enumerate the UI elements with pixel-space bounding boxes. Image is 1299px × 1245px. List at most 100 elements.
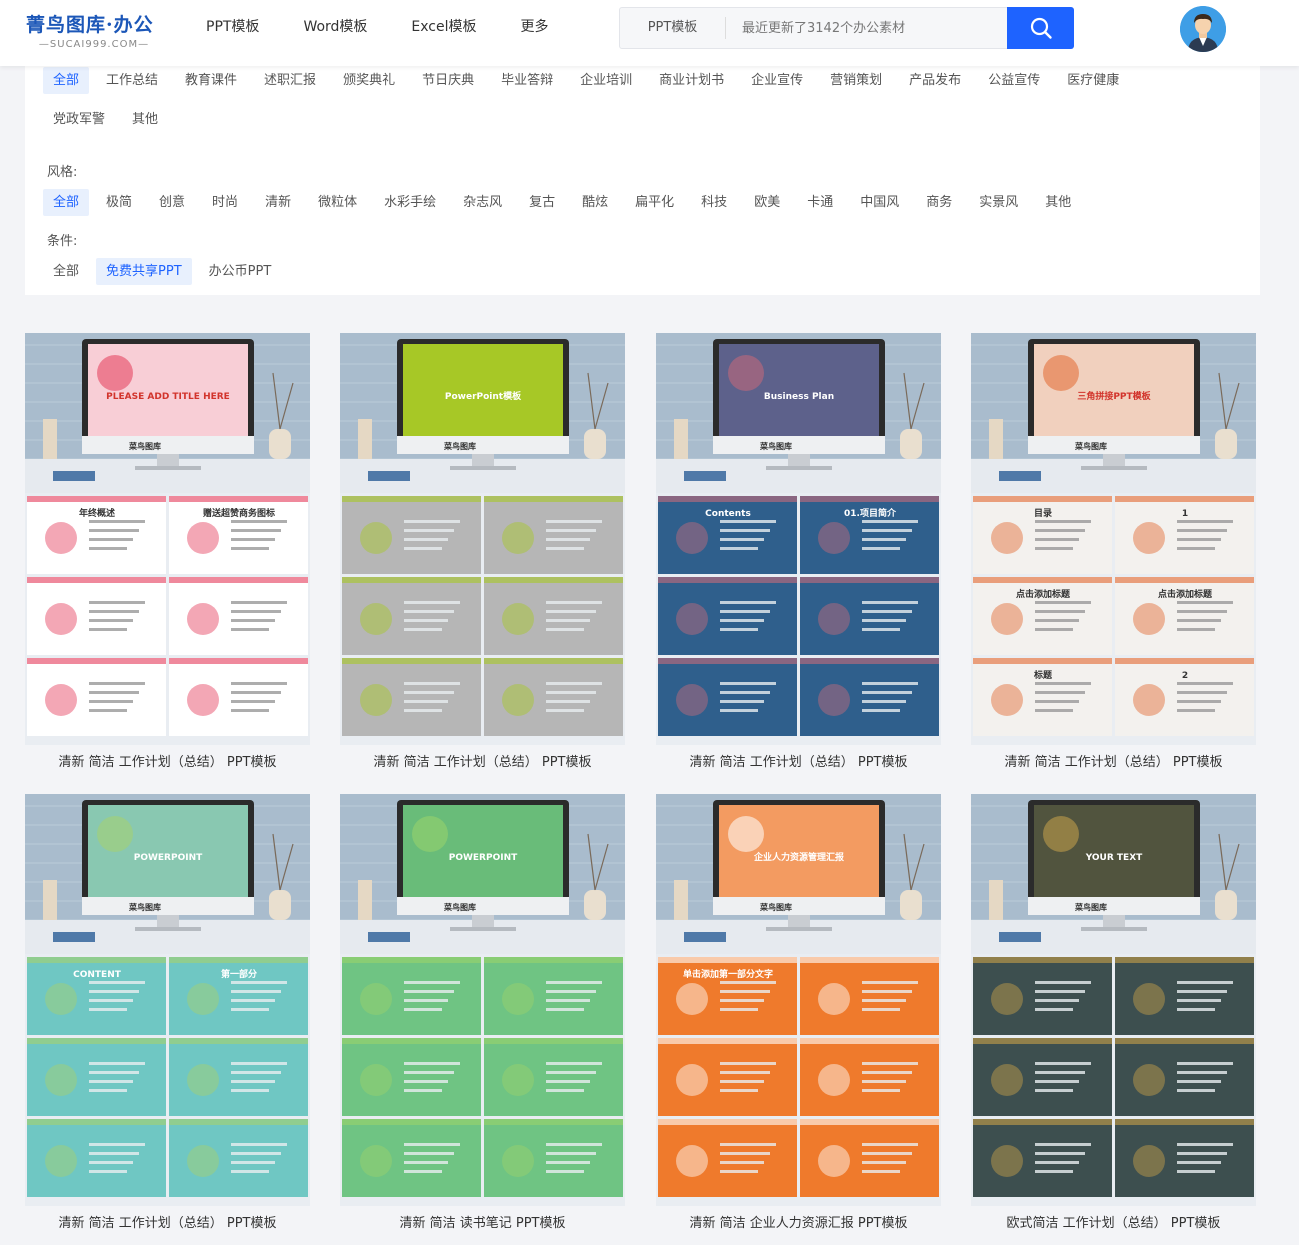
slide-tile-text: Contents xyxy=(705,509,751,519)
template-preview-image: POWERPOINT 菜鸟图库 xyxy=(340,794,625,1197)
filter-style-tag[interactable]: 水彩手绘 xyxy=(374,189,446,216)
filter-style-tag[interactable]: 清新 xyxy=(255,189,301,216)
filter-category-tag[interactable]: 企业培训 xyxy=(570,67,642,94)
template-caption[interactable]: 清新 简洁 工作计划（总结） PPT模板 xyxy=(25,751,310,770)
screen-title-text: YOUR TEXT xyxy=(1085,853,1143,863)
search-input[interactable] xyxy=(726,8,1007,48)
filter-condition-tag[interactable]: 免费共享PPT xyxy=(96,258,192,285)
main-nav: PPT模板 Word模板 Excel模板 更多 xyxy=(184,0,571,54)
user-avatar-icon xyxy=(1180,6,1226,52)
filter-style-tag[interactable]: 复古 xyxy=(519,189,565,216)
filter-category-tag[interactable]: 颁奖典礼 xyxy=(333,67,405,94)
search-icon xyxy=(1030,17,1052,39)
template-card[interactable]: POWERPOINT 菜鸟图库清新 简洁 读书笔记 PPT模板 xyxy=(340,794,625,1231)
category-row: 全部 工作总结 教育课件 述职汇报 颁奖典礼 节日庆典 毕业答辩 企业培训 商业计划书 企业宣传营… xyxy=(43,67,1136,94)
template-card[interactable]: POWERPOINT 菜鸟图库 CONTENT 第一部分清新 简洁 工作计划（总结） … xyxy=(25,794,310,1231)
template-preview-image: 企业人力资源管理汇报菜鸟图库单击添加第一部分文字 xyxy=(656,794,941,1197)
filter-style-tag[interactable]: 全部 xyxy=(43,189,90,216)
monitor-brand-text: 菜鸟图库 xyxy=(759,902,792,912)
search-category-select[interactable]: PPT模板 xyxy=(620,17,726,39)
filter-style-tag[interactable]: 其他 xyxy=(1035,189,1081,216)
template-thumbnail: POWERPOINT 菜鸟图库 CONTENT 第一部分 xyxy=(25,794,310,1206)
filter-condition-tag[interactable]: 全部 xyxy=(43,258,89,285)
nav-more[interactable]: 更多 xyxy=(499,0,571,54)
slide-tile-text: 01.项目简介 xyxy=(844,507,897,519)
filter-style-tag[interactable]: 杂志风 xyxy=(453,189,512,216)
monitor-brand-text: 菜鸟图库 xyxy=(128,441,161,451)
filter-style-tag[interactable]: 科技 xyxy=(691,189,737,216)
filter-category-tag[interactable]: 毕业答辩 xyxy=(491,67,563,94)
filter-category-tag[interactable]: 述职汇报 xyxy=(254,67,326,94)
filter-category-tag[interactable]: 医疗健康 xyxy=(1057,67,1129,94)
filter-category-tag[interactable]: 其他 xyxy=(122,106,168,133)
filter-style-tag[interactable]: 实景风 xyxy=(969,189,1028,216)
filter-style-tag[interactable]: 商务 xyxy=(916,189,962,216)
filter-category-tag[interactable]: 工作总结 xyxy=(96,67,168,94)
template-caption[interactable]: 清新 简洁 工作计划（总结） PPT模板 xyxy=(656,751,941,770)
template-thumbnail: POWERPOINT 菜鸟图库 xyxy=(340,794,625,1206)
slide-tile-text: 标题 xyxy=(1033,669,1053,681)
template-thumbnail: Business Plan 菜鸟图库 Contents 01.项目简介 xyxy=(656,333,941,745)
template-preview-image: 三角拼接PPT模板菜鸟图库目录 1 点击添加标题 点击添加标题标题 2 xyxy=(971,333,1256,736)
template-thumbnail: PLEASE ADD TITLE HERE 菜鸟图库 年终概述 赠送超赞商务图标 xyxy=(25,333,310,745)
template-caption[interactable]: 清新 简洁 工作计划（总结） PPT模板 xyxy=(25,1212,310,1231)
filter-style-tag[interactable]: 极简 xyxy=(96,189,142,216)
filter-category-tag[interactable]: 商业计划书 xyxy=(649,67,734,94)
filter-style-tag[interactable]: 创意 xyxy=(149,189,195,216)
filter-category-tag[interactable]: 教育课件 xyxy=(175,67,247,94)
slide-tile-text: 点击添加标题 xyxy=(1158,588,1213,600)
screen-title-text: Business Plan xyxy=(764,392,834,402)
nav-excel[interactable]: Excel模板 xyxy=(389,0,498,54)
user-avatar[interactable] xyxy=(1180,6,1226,52)
filter-category-tag[interactable]: 产品发布 xyxy=(899,67,971,94)
screen-title-text: POWERPOINT xyxy=(134,853,203,863)
filter-category-tag[interactable]: 节日庆典 xyxy=(412,67,484,94)
template-caption[interactable]: 清新 简洁 工作计划（总结） PPT模板 xyxy=(971,751,1256,770)
template-preview-image: PLEASE ADD TITLE HERE 菜鸟图库年终概述 赠送超赞商务图标 xyxy=(25,333,310,736)
search-button[interactable] xyxy=(1007,7,1074,49)
slide-tile-text: 点击添加标题 xyxy=(1016,588,1071,600)
template-thumbnail: 三角拼接PPT模板 菜鸟图库 目录 1 点击添加标题 点击添加标题 标题 2 xyxy=(971,333,1256,745)
category-row-2: 党政军警 其他 xyxy=(43,106,175,133)
template-thumbnail: 企业人力资源管理汇报菜鸟图库单击添加第一部分文字 xyxy=(656,794,941,1206)
screen-title-text: 企业人力资源管理汇报 xyxy=(753,851,844,863)
style-label: 风格: xyxy=(47,165,78,180)
slide-tile-text: 年终概述 xyxy=(79,507,115,519)
nav-word[interactable]: Word模板 xyxy=(281,0,389,54)
screen-title-text: 三角拼接PPT模板 xyxy=(1077,390,1151,402)
filter-style-tag[interactable]: 扁平化 xyxy=(625,189,684,216)
template-caption[interactable]: 欧式简洁 工作计划（总结） PPT模板 xyxy=(971,1212,1256,1231)
template-thumbnail: YOUR TEXT 菜鸟图库 xyxy=(971,794,1256,1206)
filter-style-tag[interactable]: 酷炫 xyxy=(572,189,618,216)
monitor-brand-text: 菜鸟图库 xyxy=(1074,441,1107,451)
filter-category-tag[interactable]: 企业宣传 xyxy=(741,67,813,94)
logo-title: 菁鸟图库·办公 xyxy=(26,14,154,36)
nav-ppt[interactable]: PPT模板 xyxy=(184,0,281,54)
filter-style-tag[interactable]: 微粒体 xyxy=(308,189,367,216)
template-card[interactable]: Business Plan 菜鸟图库 Contents 01.项目简介清新 简洁 工作… xyxy=(656,333,941,770)
template-preview-image: POWERPOINT 菜鸟图库 CONTENT 第一部分 xyxy=(25,794,310,1197)
filter-category-tag[interactable]: 全部 xyxy=(43,67,90,94)
slide-tile-text: 单击添加第一部分文字 xyxy=(683,968,773,980)
logo-subtitle: —SUCAI999.COM— xyxy=(38,39,150,50)
filter-category-tag[interactable]: 公益宣传 xyxy=(978,67,1050,94)
filter-style-tag[interactable]: 卡通 xyxy=(797,189,843,216)
template-caption[interactable]: 清新 简洁 读书笔记 PPT模板 xyxy=(340,1212,625,1231)
site-logo[interactable]: 菁鸟图库·办公 —SUCAI999.COM— xyxy=(26,10,162,50)
slide-tile-text: 1 xyxy=(1182,509,1188,519)
condition-label: 条件: xyxy=(47,234,78,249)
filter-category-tag[interactable]: 党政军警 xyxy=(43,106,115,133)
filter-style-tag[interactable]: 时尚 xyxy=(202,189,248,216)
filter-condition-tag[interactable]: 办公币PPT xyxy=(199,258,282,285)
template-card[interactable]: 三角拼接PPT模板 菜鸟图库 目录 1 点击添加标题 点击添加标题 标题 2 清新 简洁 工作计… xyxy=(971,333,1256,770)
monitor-brand-text: 菜鸟图库 xyxy=(759,441,792,451)
template-card[interactable]: PowerPoint模板 菜鸟图库 清新 简洁 工作计划（总结） PPT模板 xyxy=(340,333,625,770)
filter-style-tag[interactable]: 欧美 xyxy=(744,189,790,216)
filter-style-tag[interactable]: 中国风 xyxy=(850,189,909,216)
template-card[interactable]: YOUR TEXT 菜鸟图库欧式简洁 工作计划（总结） PPT模板 xyxy=(971,794,1256,1231)
template-caption[interactable]: 清新 简洁 企业人力资源汇报 PPT模板 xyxy=(656,1212,941,1231)
template-card[interactable]: PLEASE ADD TITLE HERE 菜鸟图库 年终概述 赠送超赞商务图标 清新 … xyxy=(25,333,310,770)
filter-category-tag[interactable]: 营销策划 xyxy=(820,67,892,94)
template-caption[interactable]: 清新 简洁 工作计划（总结） PPT模板 xyxy=(340,751,625,770)
template-card[interactable]: 企业人力资源管理汇报菜鸟图库单击添加第一部分文字清新 简洁 企业人力资源汇报 P… xyxy=(656,794,941,1231)
